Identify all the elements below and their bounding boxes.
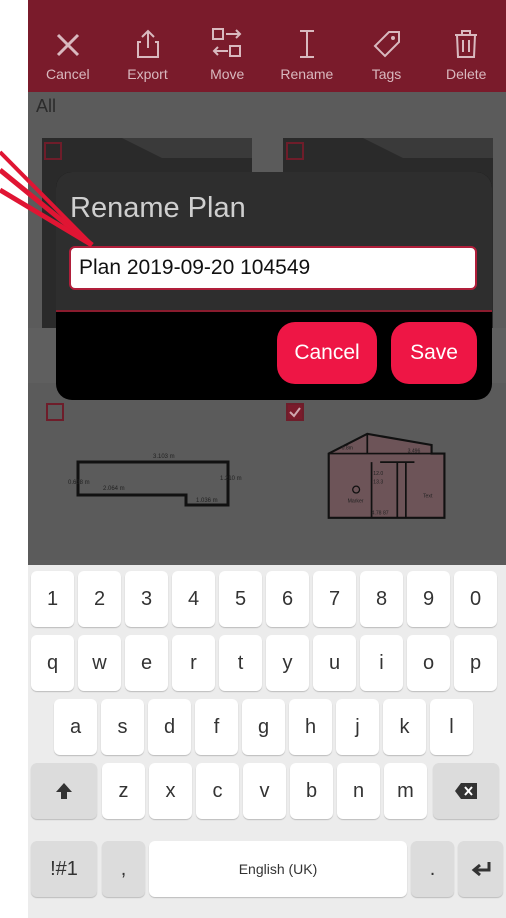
space-key[interactable]: English (UK) bbox=[149, 841, 407, 897]
key-c[interactable]: c bbox=[196, 763, 239, 819]
toolbar-move[interactable]: Move bbox=[187, 0, 267, 92]
key-d[interactable]: d bbox=[148, 699, 191, 755]
toolbar-export[interactable]: Export bbox=[108, 0, 188, 92]
key-b[interactable]: b bbox=[290, 763, 333, 819]
symbols-key[interactable]: !#1 bbox=[31, 841, 97, 897]
key-8[interactable]: 8 bbox=[360, 571, 403, 627]
filter-label: All bbox=[36, 96, 57, 116]
key-p[interactable]: p bbox=[454, 635, 497, 691]
annotation-arrow bbox=[0, 150, 94, 248]
backspace-icon bbox=[455, 783, 477, 799]
toolbar-move-label: Move bbox=[210, 66, 245, 82]
key-4[interactable]: 4 bbox=[172, 571, 215, 627]
plan-dimension: 1.210 m bbox=[220, 476, 242, 482]
move-icon bbox=[212, 28, 242, 57]
close-icon bbox=[56, 33, 79, 57]
plan-dimension: 0.8m bbox=[342, 445, 353, 451]
plan-marker-label: Marker bbox=[348, 498, 364, 504]
toolbar-rename-label: Rename bbox=[280, 66, 334, 82]
plan-dimension: 3.496 bbox=[408, 449, 421, 455]
key-z[interactable]: z bbox=[102, 763, 145, 819]
tag-icon bbox=[373, 31, 400, 58]
key-a[interactable]: a bbox=[54, 699, 97, 755]
enter-icon bbox=[471, 862, 490, 877]
key-e[interactable]: e bbox=[125, 635, 168, 691]
enter-key[interactable] bbox=[458, 841, 503, 897]
key-v[interactable]: v bbox=[243, 763, 286, 819]
key-x[interactable]: x bbox=[149, 763, 192, 819]
toolbar-tags[interactable]: Tags bbox=[347, 0, 427, 92]
keyboard-row-asdf: a s d f g h j k l bbox=[28, 699, 506, 755]
plan-name-input[interactable] bbox=[69, 246, 477, 290]
toolbar-rename[interactable]: Rename bbox=[267, 0, 347, 92]
save-button[interactable]: Save bbox=[391, 322, 477, 384]
period-key[interactable]: . bbox=[411, 841, 454, 897]
key-f[interactable]: f bbox=[195, 699, 238, 755]
key-6[interactable]: 6 bbox=[266, 571, 309, 627]
comma-key[interactable]: , bbox=[102, 841, 145, 897]
rename-dialog-header: Rename Plan bbox=[56, 172, 492, 312]
phone-screen: Cancel Export Move Rename Tags Delete Al… bbox=[28, 0, 506, 918]
key-2[interactable]: 2 bbox=[78, 571, 121, 627]
backspace-key[interactable] bbox=[433, 763, 499, 819]
plan-text-label: Text bbox=[423, 493, 433, 499]
key-s[interactable]: s bbox=[101, 699, 144, 755]
plan-dimension: 0.638 m bbox=[68, 480, 90, 486]
onscreen-keyboard: 1 2 3 4 5 6 7 8 9 0 q w e r t y u i o p … bbox=[28, 565, 506, 918]
selection-toolbar: Cancel Export Move Rename Tags Delete bbox=[28, 0, 506, 92]
toolbar-export-label: Export bbox=[127, 66, 168, 82]
plan-dimension: 1.036 m bbox=[196, 498, 218, 504]
key-h[interactable]: h bbox=[289, 699, 332, 755]
toolbar-tags-label: Tags bbox=[371, 66, 402, 82]
plan-dimension: 4.78 87 bbox=[372, 510, 389, 516]
key-5[interactable]: 5 bbox=[219, 571, 262, 627]
export-icon bbox=[136, 29, 159, 58]
keyboard-row-numbers: 1 2 3 4 5 6 7 8 9 0 bbox=[28, 571, 506, 627]
key-7[interactable]: 7 bbox=[313, 571, 356, 627]
key-j[interactable]: j bbox=[336, 699, 379, 755]
key-k[interactable]: k bbox=[383, 699, 426, 755]
key-0[interactable]: 0 bbox=[454, 571, 497, 627]
plan-dimension: 13.3 bbox=[373, 480, 383, 486]
key-m[interactable]: m bbox=[384, 763, 427, 819]
key-i[interactable]: i bbox=[360, 635, 403, 691]
key-r[interactable]: r bbox=[172, 635, 215, 691]
toolbar-delete-label: Delete bbox=[445, 66, 487, 82]
key-l[interactable]: l bbox=[430, 699, 473, 755]
rename-dialog: Rename Plan Cancel Save bbox=[56, 172, 492, 400]
select-checkbox[interactable] bbox=[286, 142, 304, 160]
trash-icon bbox=[455, 30, 478, 58]
keyboard-row-zxcv: z x c v b n m bbox=[28, 763, 506, 819]
plan-dimension: 12.0 bbox=[373, 471, 383, 477]
shift-arrow-icon bbox=[56, 783, 72, 799]
select-checkbox[interactable] bbox=[46, 403, 64, 421]
keyboard-row-qwerty: q w e r t y u i o p bbox=[28, 635, 506, 691]
toolbar-cancel-label: Cancel bbox=[46, 66, 90, 82]
key-g[interactable]: g bbox=[242, 699, 285, 755]
key-9[interactable]: 9 bbox=[407, 571, 450, 627]
key-w[interactable]: w bbox=[78, 635, 121, 691]
text-cursor-icon bbox=[299, 30, 314, 58]
key-3[interactable]: 3 bbox=[125, 571, 168, 627]
toolbar-delete[interactable]: Delete bbox=[426, 0, 506, 92]
key-1[interactable]: 1 bbox=[31, 571, 74, 627]
key-o[interactable]: o bbox=[407, 635, 450, 691]
keyboard-row-bottom: !#1 , English (UK) . bbox=[28, 841, 506, 897]
plan-dimension: 2.064 m bbox=[103, 486, 125, 492]
cancel-button[interactable]: Cancel bbox=[277, 322, 377, 384]
key-q[interactable]: q bbox=[31, 635, 74, 691]
shift-key[interactable] bbox=[31, 763, 97, 819]
plan-dimension: 3.103 m bbox=[153, 454, 175, 460]
key-u[interactable]: u bbox=[313, 635, 356, 691]
floor-plan-drawing[interactable]: 3.103 m 2.064 m 0.638 m 1.210 m 1.036 m bbox=[58, 430, 268, 550]
key-n[interactable]: n bbox=[337, 763, 380, 819]
toolbar-cancel[interactable]: Cancel bbox=[28, 0, 108, 92]
key-y[interactable]: y bbox=[266, 635, 309, 691]
floor-plan-drawing[interactable]: 0.8m 3.496 12.0 13.3 Marker Text 4.78 87 bbox=[288, 415, 498, 535]
key-t[interactable]: t bbox=[219, 635, 262, 691]
